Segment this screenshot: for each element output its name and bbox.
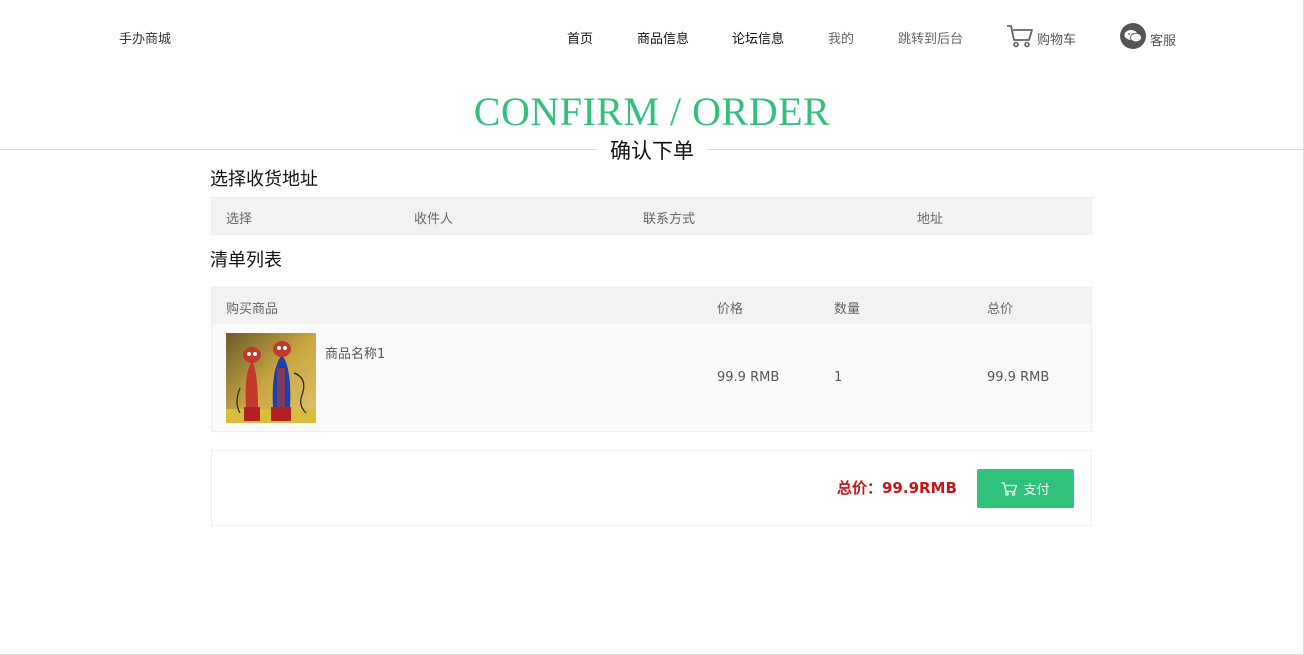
nav-home[interactable]: 首页 bbox=[567, 28, 593, 47]
site-logo[interactable]: 手办商城 bbox=[119, 28, 171, 47]
col-product: 购买商品 bbox=[226, 302, 279, 317]
col-quantity: 数量 bbox=[834, 302, 861, 317]
col-total: 总价 bbox=[987, 302, 1014, 317]
list-section-title: 清单列表 bbox=[210, 250, 282, 271]
pay-button[interactable]: 支付 bbox=[977, 469, 1074, 508]
page-title-en: CONFIRM / ORDER bbox=[473, 89, 831, 134]
customer-service-link[interactable]: 客服 bbox=[1120, 23, 1176, 49]
product-price: 99.9 RMB bbox=[717, 370, 780, 385]
product-total: 99.9 RMB bbox=[987, 370, 1050, 385]
order-table: 购买商品 价格 数量 总价 商品名称1 99.9 RMB 1 99.9 RMB bbox=[211, 287, 1092, 432]
order-total: 总价：99.9RMB bbox=[837, 479, 957, 497]
order-table-header: 购买商品 价格 数量 总价 bbox=[212, 288, 1091, 324]
product-name[interactable]: 商品名称1 bbox=[325, 343, 385, 362]
address-table-header: 选择 收件人 联系方式 地址 bbox=[212, 198, 1091, 234]
table-row: 商品名称1 99.9 RMB 1 99.9 RMB bbox=[212, 324, 1091, 431]
address-section-title: 选择收货地址 bbox=[210, 169, 318, 190]
cart-icon bbox=[1001, 481, 1018, 496]
nav-mine[interactable]: 我的 bbox=[828, 28, 854, 47]
page-title-cn: 确认下单 bbox=[596, 135, 708, 165]
wechat-icon bbox=[1120, 23, 1146, 49]
service-label: 客服 bbox=[1150, 34, 1177, 49]
cart-icon bbox=[1007, 25, 1033, 48]
nav-forum[interactable]: 论坛信息 bbox=[732, 28, 784, 47]
pay-label: 支付 bbox=[1023, 483, 1050, 498]
col-recipient: 收件人 bbox=[414, 212, 454, 227]
col-price: 价格 bbox=[717, 302, 744, 317]
product-quantity: 1 bbox=[834, 370, 843, 385]
product-thumbnail[interactable] bbox=[226, 333, 316, 423]
address-table: 选择 收件人 联系方式 地址 bbox=[211, 197, 1092, 235]
cart-label: 购物车 bbox=[1037, 33, 1077, 48]
nav-admin[interactable]: 跳转到后台 bbox=[898, 28, 963, 47]
col-contact: 联系方式 bbox=[643, 212, 696, 227]
cart-link[interactable]: 购物车 bbox=[1006, 24, 1076, 48]
nav-products[interactable]: 商品信息 bbox=[637, 28, 689, 47]
col-address: 地址 bbox=[917, 212, 944, 227]
col-select: 选择 bbox=[226, 212, 253, 227]
checkout-bar bbox=[211, 450, 1092, 526]
